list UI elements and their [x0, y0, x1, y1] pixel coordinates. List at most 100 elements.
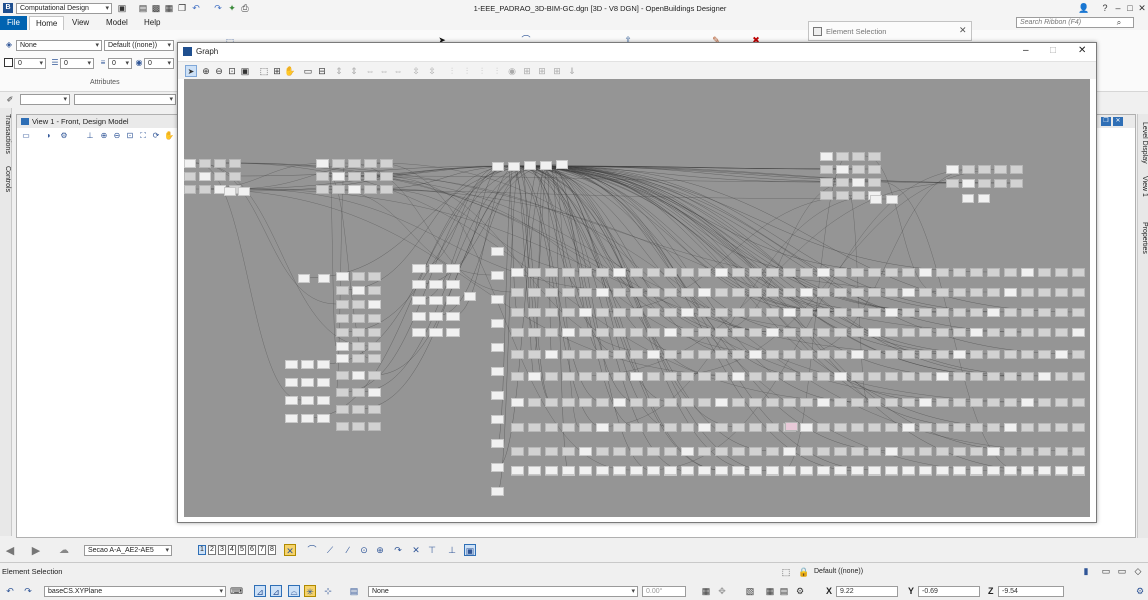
graph-node[interactable]: [994, 165, 1007, 174]
tab-view[interactable]: View: [66, 16, 95, 30]
graph-node[interactable]: [817, 268, 830, 277]
graph-node[interactable]: [885, 328, 898, 337]
graph-node[interactable]: [834, 447, 847, 456]
pan-view-icon[interactable]: ✋: [164, 131, 174, 141]
graph-node[interactable]: [851, 288, 864, 297]
graph-node[interactable]: [380, 185, 393, 194]
element-selection-close-icon[interactable]: ✕: [959, 25, 967, 36]
graph-node[interactable]: [613, 423, 626, 432]
graph-node[interactable]: [936, 328, 949, 337]
graph-node[interactable]: [184, 159, 196, 168]
graph-node[interactable]: [749, 288, 762, 297]
app-logo-icon[interactable]: B: [3, 3, 13, 13]
graph-node[interactable]: [229, 172, 241, 181]
graph-node[interactable]: [491, 487, 504, 496]
graph-maximize-icon[interactable]: □: [1050, 45, 1056, 56]
tab-model[interactable]: Model: [100, 16, 134, 30]
graph-node[interactable]: [562, 423, 575, 432]
graph-tool-5-icon[interactable]: ⇔: [392, 65, 404, 77]
graph-node[interactable]: [715, 268, 728, 277]
graph-node[interactable]: [1021, 328, 1034, 337]
graph-node[interactable]: [285, 396, 298, 405]
graph-node[interactable]: [630, 466, 643, 475]
graph-node[interactable]: [229, 159, 241, 168]
graph-node[interactable]: [214, 172, 226, 181]
graph-node[interactable]: [491, 343, 504, 352]
graph-node[interactable]: [352, 422, 365, 431]
graph-node[interactable]: [630, 350, 643, 359]
graph-node[interactable]: [919, 466, 932, 475]
transparency-combo[interactable]: 0: [108, 58, 132, 69]
user-icon[interactable]: 👤: [1078, 2, 1090, 14]
graph-node[interactable]: [919, 423, 932, 432]
graph-node[interactable]: [524, 161, 536, 170]
graph-node[interactable]: [348, 172, 361, 181]
graph-node[interactable]: [919, 447, 932, 456]
graph-node[interactable]: [936, 288, 949, 297]
graph-node[interactable]: [1004, 423, 1017, 432]
graph-node[interactable]: [352, 371, 365, 380]
graph-node[interactable]: [820, 152, 833, 161]
graph-node[interactable]: [800, 398, 813, 407]
graph-node[interactable]: [836, 178, 849, 187]
graph-node[interactable]: [1021, 398, 1034, 407]
graph-node[interactable]: [562, 466, 575, 475]
graph-node[interactable]: [715, 398, 728, 407]
graph-node[interactable]: [664, 268, 677, 277]
graph-node[interactable]: [987, 328, 1000, 337]
graph-node[interactable]: [332, 172, 345, 181]
graph-node[interactable]: [817, 350, 830, 359]
graph-node[interactable]: [630, 308, 643, 317]
graph-node[interactable]: [368, 388, 381, 397]
graph-node[interactable]: [348, 185, 361, 194]
graph-node[interactable]: [970, 466, 983, 475]
graph-node[interactable]: [224, 187, 236, 196]
graph-node[interactable]: [491, 463, 504, 472]
graph-tool-10-icon[interactable]: ⫶: [476, 65, 488, 77]
status-redo-icon[interactable]: ↷: [22, 585, 34, 597]
graph-node[interactable]: [545, 423, 558, 432]
graph-node[interactable]: [647, 447, 660, 456]
graph-node[interactable]: [715, 447, 728, 456]
graph-node[interactable]: [352, 272, 365, 281]
graph-node[interactable]: [785, 422, 798, 431]
graph-node[interactable]: [316, 159, 329, 168]
graph-node[interactable]: [298, 274, 310, 283]
graph-node[interactable]: [851, 466, 864, 475]
graph-node[interactable]: [1038, 466, 1051, 475]
graph-node[interactable]: [987, 423, 1000, 432]
graph-node[interactable]: [429, 312, 443, 321]
undo-icon[interactable]: ↶: [190, 2, 202, 14]
graph-node[interactable]: [885, 447, 898, 456]
graph-node[interactable]: [987, 308, 1000, 317]
graph-align-icon[interactable]: ⊟: [316, 65, 328, 77]
graph-node[interactable]: [664, 350, 677, 359]
graph-node[interactable]: [511, 268, 524, 277]
graph-node[interactable]: [870, 195, 882, 204]
graph-node[interactable]: [902, 447, 915, 456]
graph-node[interactable]: [800, 328, 813, 337]
graph-node[interactable]: [962, 179, 975, 188]
graph-node[interactable]: [987, 288, 1000, 297]
graph-node[interactable]: [316, 185, 329, 194]
graph-node[interactable]: [1021, 288, 1034, 297]
graph-node[interactable]: [1004, 350, 1017, 359]
selection-set-icon[interactable]: ▧: [744, 585, 756, 597]
window-area-icon[interactable]: ⊡: [125, 131, 135, 141]
properties-tab[interactable]: Properties: [1139, 222, 1148, 254]
graph-node[interactable]: [545, 350, 558, 359]
graph-node[interactable]: [868, 423, 881, 432]
graph-node[interactable]: [834, 466, 847, 475]
graph-node[interactable]: [681, 398, 694, 407]
graph-node[interactable]: [834, 328, 847, 337]
element-info-icon[interactable]: ▤: [778, 585, 790, 597]
graph-node[interactable]: [936, 398, 949, 407]
graph-node[interactable]: [352, 328, 365, 337]
graph-select-icon[interactable]: ➤: [185, 65, 197, 77]
graph-node[interactable]: [953, 350, 966, 359]
graph-node[interactable]: [852, 178, 865, 187]
graph-node[interactable]: [919, 328, 932, 337]
graph-node[interactable]: [681, 328, 694, 337]
color-swatch-icon[interactable]: [4, 58, 13, 67]
view-attributes-icon[interactable]: ▭: [21, 131, 31, 141]
